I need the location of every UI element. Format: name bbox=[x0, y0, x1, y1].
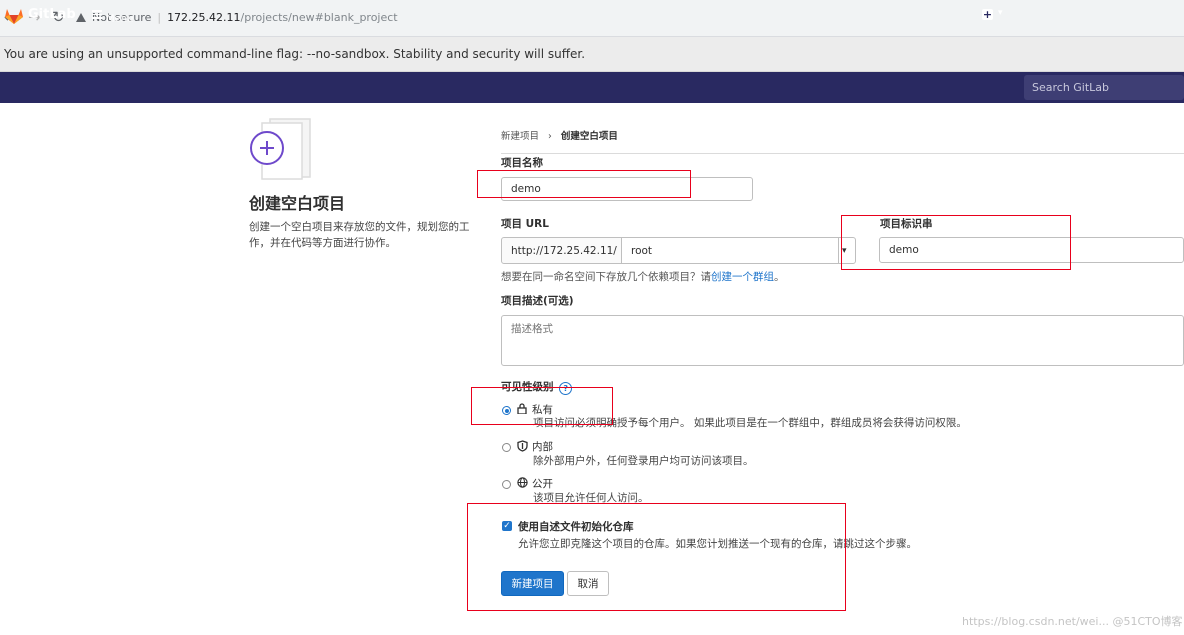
visibility-radio-internal[interactable] bbox=[502, 443, 511, 452]
visibility-internal-title: 内部 bbox=[532, 441, 553, 453]
divider bbox=[501, 153, 1184, 154]
visibility-internal-desc: 除外部用户外，任何登录用户均可访问该项目。 bbox=[533, 455, 754, 467]
warning-icon bbox=[76, 13, 86, 22]
group-hint: 想要在同一命名空间下存放几个依赖项目？请创建一个群组。 bbox=[501, 269, 785, 284]
gitlab-logo-icon[interactable] bbox=[4, 7, 24, 25]
chevron-down-icon[interactable]: ▾ bbox=[998, 8, 1003, 18]
highlight-box-slug bbox=[841, 215, 1071, 270]
url-path: /projects/new#blank_project bbox=[240, 11, 398, 24]
page-title: 创建空白项目 bbox=[249, 194, 346, 213]
description-textarea[interactable] bbox=[501, 315, 1184, 366]
menu-label: Menu bbox=[106, 13, 134, 25]
group-hint-prefix: 想要在同一命名空间下存放几个依赖项目？请 bbox=[501, 271, 711, 283]
url-prefix: http://172.25.42.11/ bbox=[501, 237, 622, 264]
blank-project-icon bbox=[250, 118, 311, 180]
address-bar[interactable]: Not secure | 172.25.42.11/projects/new#bla… bbox=[76, 6, 1184, 30]
url-host: 172.25.42.11 bbox=[167, 11, 241, 24]
watermark: https://blog.csdn.net/wei... @51CTO博客 bbox=[962, 615, 1183, 628]
menu-button[interactable]: Menu bbox=[92, 8, 133, 25]
visibility-public-title: 公开 bbox=[532, 478, 553, 490]
brand-name[interactable]: GitLab bbox=[28, 7, 76, 22]
highlight-box-name bbox=[477, 170, 691, 198]
gitlab-header bbox=[0, 72, 1184, 103]
visibility-radio-public[interactable] bbox=[502, 480, 511, 489]
project-name-label: 项目名称 bbox=[501, 157, 543, 169]
shield-icon bbox=[517, 440, 528, 452]
description-label: 项目描述(可选) bbox=[501, 295, 574, 307]
search-input[interactable] bbox=[1024, 75, 1184, 100]
breadcrumb: 新建项目 › 创建空白项目 bbox=[501, 128, 618, 142]
info-bar: You are using an unsupported command-lin… bbox=[0, 37, 1184, 72]
hamburger-icon bbox=[92, 8, 102, 21]
highlight-box-readme bbox=[467, 503, 846, 611]
breadcrumb-parent[interactable]: 新建项目 bbox=[501, 131, 539, 142]
highlight-box-visibility bbox=[471, 387, 613, 425]
globe-icon bbox=[517, 477, 528, 488]
project-url-label: 项目 URL bbox=[501, 218, 549, 230]
new-item-icon[interactable]: + bbox=[982, 9, 993, 20]
namespace-select[interactable]: root bbox=[621, 237, 839, 264]
breadcrumb-current: 创建空白项目 bbox=[560, 131, 618, 142]
group-hint-suffix: 。 bbox=[774, 271, 785, 283]
create-group-link[interactable]: 创建一个群组 bbox=[711, 271, 774, 283]
breadcrumb-separator: › bbox=[548, 131, 552, 142]
page-description: 创建一个空白项目来存放您的文件，规划您的工作，并在代码等方面进行协作。 bbox=[249, 221, 470, 249]
